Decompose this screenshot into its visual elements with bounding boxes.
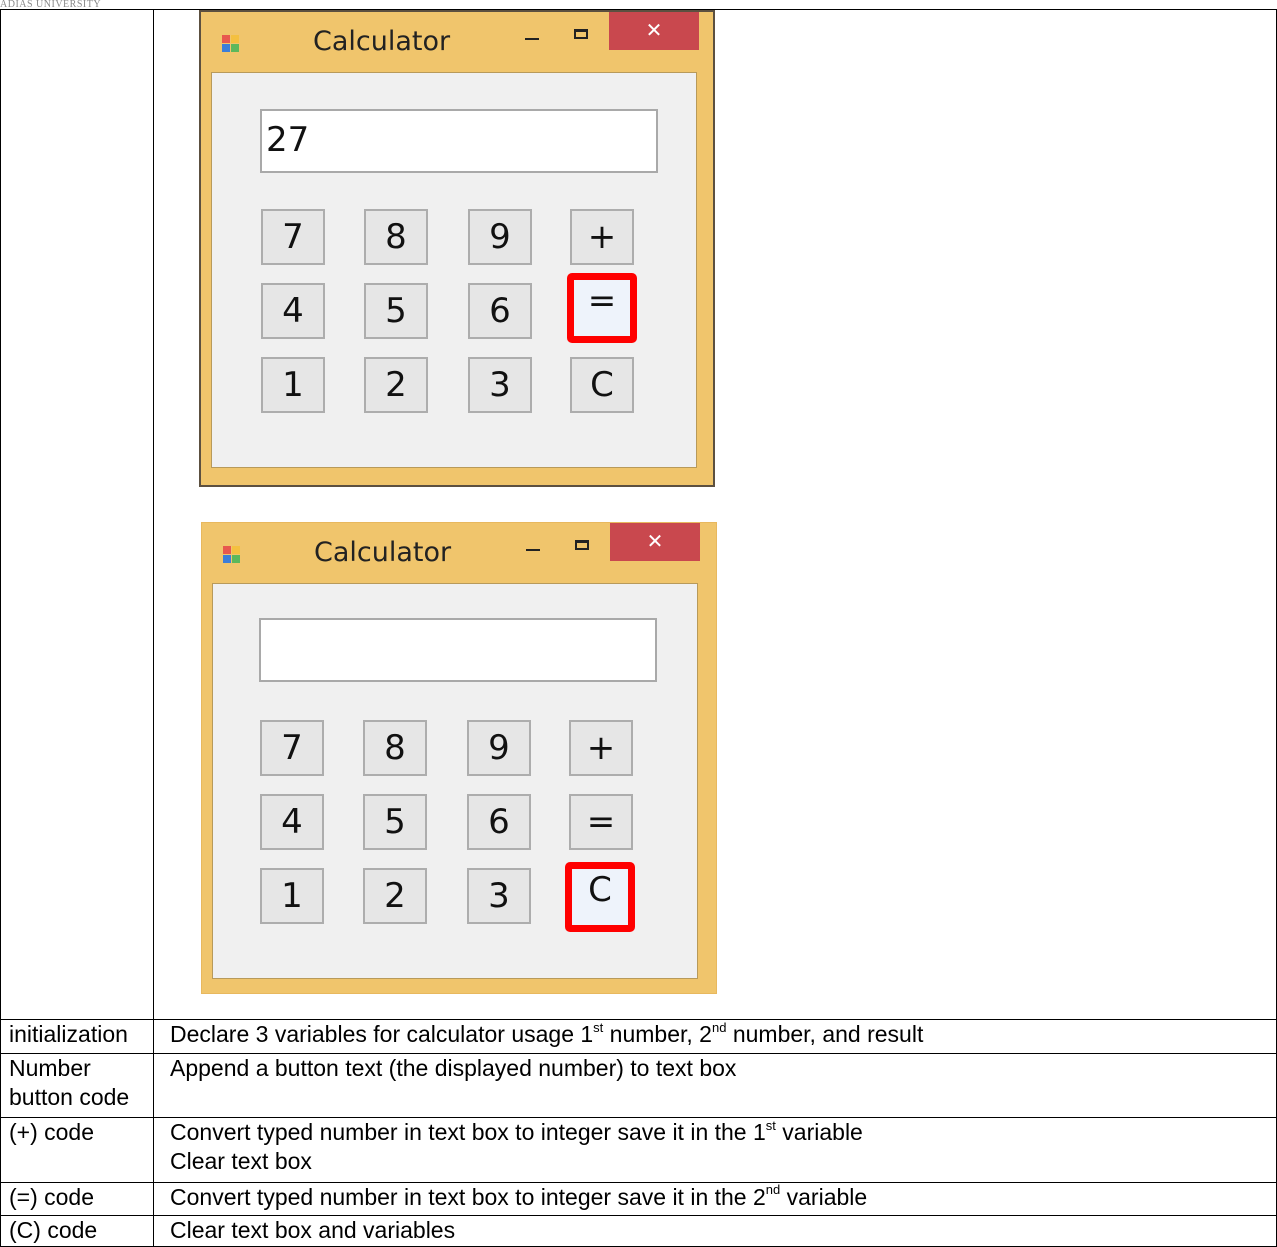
key-7[interactable]: 7 xyxy=(261,209,325,265)
row-description: Clear text box and variables xyxy=(153,1215,1277,1247)
window-title: Calculator xyxy=(314,537,452,568)
title-bar[interactable]: Calculator ✕ xyxy=(202,523,716,581)
table-row: initialization Declare 3 variables for c… xyxy=(0,1019,1277,1054)
key-2[interactable]: 2 xyxy=(363,868,427,924)
close-button[interactable]: ✕ xyxy=(610,523,700,561)
row-description: Convert typed number in text box to inte… xyxy=(153,1181,1277,1217)
key-1[interactable]: 1 xyxy=(260,868,324,924)
key-clear-highlighted[interactable]: C xyxy=(565,862,635,932)
key-equals-highlighted[interactable]: = xyxy=(567,273,637,343)
close-icon: ✕ xyxy=(645,18,663,42)
key-8[interactable]: 8 xyxy=(363,720,427,776)
key-9[interactable]: 9 xyxy=(468,209,532,265)
client-area: 27 7 8 9 + 4 5 6 = 1 2 3 C xyxy=(211,72,697,468)
key-equals[interactable]: = xyxy=(569,794,633,850)
close-icon: ✕ xyxy=(646,529,664,553)
row-label: (C) code xyxy=(0,1215,154,1247)
minimize-button[interactable] xyxy=(518,529,548,563)
row-label: initialization xyxy=(0,1019,154,1054)
result-textbox[interactable] xyxy=(259,618,657,682)
row-description: Declare 3 variables for calculator usage… xyxy=(153,1019,1277,1054)
row-label: (=) code xyxy=(0,1181,154,1217)
key-1[interactable]: 1 xyxy=(261,357,325,413)
maximize-button[interactable] xyxy=(568,529,598,563)
key-plus[interactable]: + xyxy=(570,209,634,265)
table-row: (C) code Clear text box and variables xyxy=(0,1215,1277,1247)
title-bar[interactable]: Calculator ✕ xyxy=(201,12,713,70)
minimize-button[interactable] xyxy=(517,18,547,52)
row-label: Number button code xyxy=(0,1052,154,1119)
calculator-window-1: Calculator ✕ 27 7 8 9 + 4 5 6 = 1 2 3 C xyxy=(199,10,715,487)
key-5[interactable]: 5 xyxy=(364,283,428,339)
key-4[interactable]: 4 xyxy=(261,283,325,339)
key-6[interactable]: 6 xyxy=(467,794,531,850)
key-7[interactable]: 7 xyxy=(260,720,324,776)
key-6[interactable]: 6 xyxy=(468,283,532,339)
client-area: 7 8 9 + 4 5 6 = 1 2 3 C xyxy=(212,583,698,979)
row-description: Convert typed number in text box to inte… xyxy=(153,1117,1277,1183)
key-3[interactable]: 3 xyxy=(467,868,531,924)
key-8[interactable]: 8 xyxy=(364,209,428,265)
app-icon xyxy=(223,546,240,563)
row-description: Append a button text (the displayed numb… xyxy=(153,1052,1277,1119)
result-textbox[interactable]: 27 xyxy=(260,109,658,173)
calculator-window-2: Calculator ✕ 7 8 9 + 4 5 6 = 1 2 3 C xyxy=(201,522,717,994)
key-4[interactable]: 4 xyxy=(260,794,324,850)
key-9[interactable]: 9 xyxy=(467,720,531,776)
key-3[interactable]: 3 xyxy=(468,357,532,413)
row-label: (+) code xyxy=(0,1117,154,1183)
window-title: Calculator xyxy=(313,26,451,57)
close-button[interactable]: ✕ xyxy=(609,12,699,50)
key-clear[interactable]: C xyxy=(570,357,634,413)
key-5[interactable]: 5 xyxy=(363,794,427,850)
table-row: Number button code Append a button text … xyxy=(0,1052,1277,1119)
key-2[interactable]: 2 xyxy=(364,357,428,413)
table-row: (+) code Convert typed number in text bo… xyxy=(0,1117,1277,1183)
key-plus[interactable]: + xyxy=(569,720,633,776)
empty-label-cell xyxy=(0,8,154,1021)
maximize-button[interactable] xyxy=(567,18,597,52)
table-row: (=) code Convert typed number in text bo… xyxy=(0,1181,1277,1217)
app-icon xyxy=(222,35,239,52)
